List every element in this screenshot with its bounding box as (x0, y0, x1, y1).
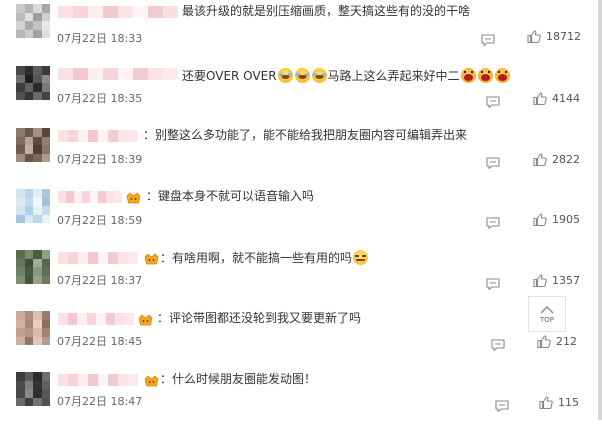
like-button[interactable]: 1357 (533, 274, 580, 287)
comment-text: 还要OVER OVER 马路上这么弄起来好中二 (182, 68, 511, 83)
thumbs-up-icon (539, 396, 553, 409)
like-button[interactable]: 115 (539, 396, 579, 409)
username-blurred[interactable] (58, 130, 138, 142)
like-button[interactable]: 4144 (533, 92, 580, 105)
comment-item: ：键盘本身不就可以语音输入吗 07月22日 18:59 1905 (0, 189, 596, 249)
member-badge-icon (138, 312, 153, 326)
reply-icon[interactable] (486, 275, 500, 291)
like-button[interactable]: 2822 (533, 153, 580, 166)
comment-item: ：别整这么多功能了，能不能给我把朋友圈内容可编辑弄出来 07月22日 18:39 … (0, 128, 596, 188)
reply-icon[interactable] (491, 336, 505, 352)
back-to-top-label: TOP (539, 315, 554, 324)
username-blurred[interactable] (58, 191, 122, 203)
avatar[interactable] (16, 66, 50, 100)
roar-emoji (460, 68, 476, 83)
comment-text: ：什么时候朋友圈能发动图！ (160, 372, 316, 386)
avatar[interactable] (16, 250, 50, 284)
comment-text-segment: 还要OVER OVER (182, 68, 277, 83)
like-count: 18712 (546, 30, 581, 43)
comment-text: ：评论带图都还没轮到我又要更新了吗 (157, 311, 361, 325)
comment-item: ：评论带图都还没轮到我又要更新了吗 07月22日 18:45 212 (0, 311, 596, 371)
like-button[interactable]: 1905 (533, 213, 580, 226)
chevron-up-icon (540, 305, 554, 313)
smug-emoji (353, 250, 369, 265)
like-button[interactable]: 212 (537, 335, 577, 348)
scrollbar-track[interactable] (598, 0, 602, 420)
like-count: 2822 (552, 153, 580, 166)
like-count: 1357 (552, 274, 580, 287)
thumbs-up-icon (527, 30, 541, 43)
thumbs-up-icon (537, 335, 551, 348)
avatar[interactable] (16, 128, 50, 162)
comment-text: 最该升级的就是别压缩画质，整天搞这些有的没的干啥 (182, 4, 470, 18)
comment-text-segment: ：别整这么多功能了，能不能给我把朋友圈内容可编辑弄出来 (143, 128, 468, 142)
username-blurred[interactable] (58, 252, 138, 264)
like-count: 4144 (552, 92, 580, 105)
timestamp: 07月22日 18:39 (57, 153, 143, 166)
back-to-top-button[interactable]: TOP (528, 296, 566, 332)
comment-item: ：有啥用啊，就不能搞一些有用的吗 07月22日 18:37 1357 (0, 250, 596, 310)
roar-emoji (494, 68, 510, 83)
timestamp: 07月22日 18:47 (57, 395, 143, 408)
comment-text: ：有啥用啊，就不能搞一些有用的吗 (160, 250, 369, 265)
member-badge-icon (144, 373, 159, 387)
username-blurred[interactable] (58, 374, 138, 386)
thumbs-up-icon (533, 92, 547, 105)
reply-icon[interactable] (486, 154, 500, 170)
comment-text-segment: ：什么时候朋友圈能发动图！ (160, 372, 317, 386)
member-badge-icon (144, 251, 159, 265)
comment-text-segment: ：有啥用啊，就不能搞一些有用的吗 (160, 250, 353, 265)
avatar[interactable] (16, 189, 50, 223)
comment-item: 最该升级的就是别压缩画质，整天搞这些有的没的干啥 07月22日 18:33 187… (0, 4, 596, 64)
avatar[interactable] (16, 311, 50, 345)
laugh-cry-emoji (311, 68, 327, 83)
username-blurred[interactable] (58, 68, 178, 80)
reply-icon[interactable] (481, 31, 495, 47)
comment-text-segment: 马路上这么弄起来好中二 (327, 68, 460, 83)
comment-text-segment: ：评论带图都还没轮到我又要更新了吗 (157, 311, 362, 325)
comment-text-segment: 最该升级的就是别压缩画质，整天搞这些有的没的干啥 (182, 4, 471, 18)
laugh-cry-emoji (277, 68, 293, 83)
reply-icon[interactable] (486, 214, 500, 230)
timestamp: 07月22日 18:35 (57, 92, 143, 105)
username-blurred[interactable] (58, 313, 134, 325)
timestamp: 07月22日 18:37 (57, 274, 143, 287)
username-blurred[interactable] (58, 6, 178, 18)
comment-text-segment: ：键盘本身不就可以语音输入吗 (146, 189, 315, 203)
laugh-cry-emoji (294, 68, 310, 83)
timestamp: 07月22日 18:59 (57, 214, 143, 227)
like-count: 1905 (552, 213, 580, 226)
timestamp: 07月22日 18:33 (57, 32, 143, 45)
roar-emoji (477, 68, 493, 83)
comment-text: ：别整这么多功能了，能不能给我把朋友圈内容可编辑弄出来 (143, 128, 467, 142)
avatar[interactable] (16, 4, 50, 38)
timestamp: 07月22日 18:45 (57, 335, 143, 348)
comment-item: 还要OVER OVER 马路上这么弄起来好中二 07月22日 18:35 4144 (0, 66, 596, 126)
thumbs-up-icon (533, 274, 547, 287)
like-count: 115 (558, 396, 579, 409)
like-count: 212 (556, 335, 577, 348)
member-badge-icon (126, 190, 141, 204)
like-button[interactable]: 18712 (527, 30, 581, 43)
thumbs-up-icon (533, 213, 547, 226)
avatar[interactable] (16, 372, 50, 406)
comment-item: ：什么时候朋友圈能发动图！ 07月22日 18:47 115 (0, 372, 596, 432)
comment-text: ：键盘本身不就可以语音输入吗 (146, 189, 314, 203)
reply-icon[interactable] (495, 397, 509, 413)
reply-icon[interactable] (486, 93, 500, 109)
thumbs-up-icon (533, 153, 547, 166)
